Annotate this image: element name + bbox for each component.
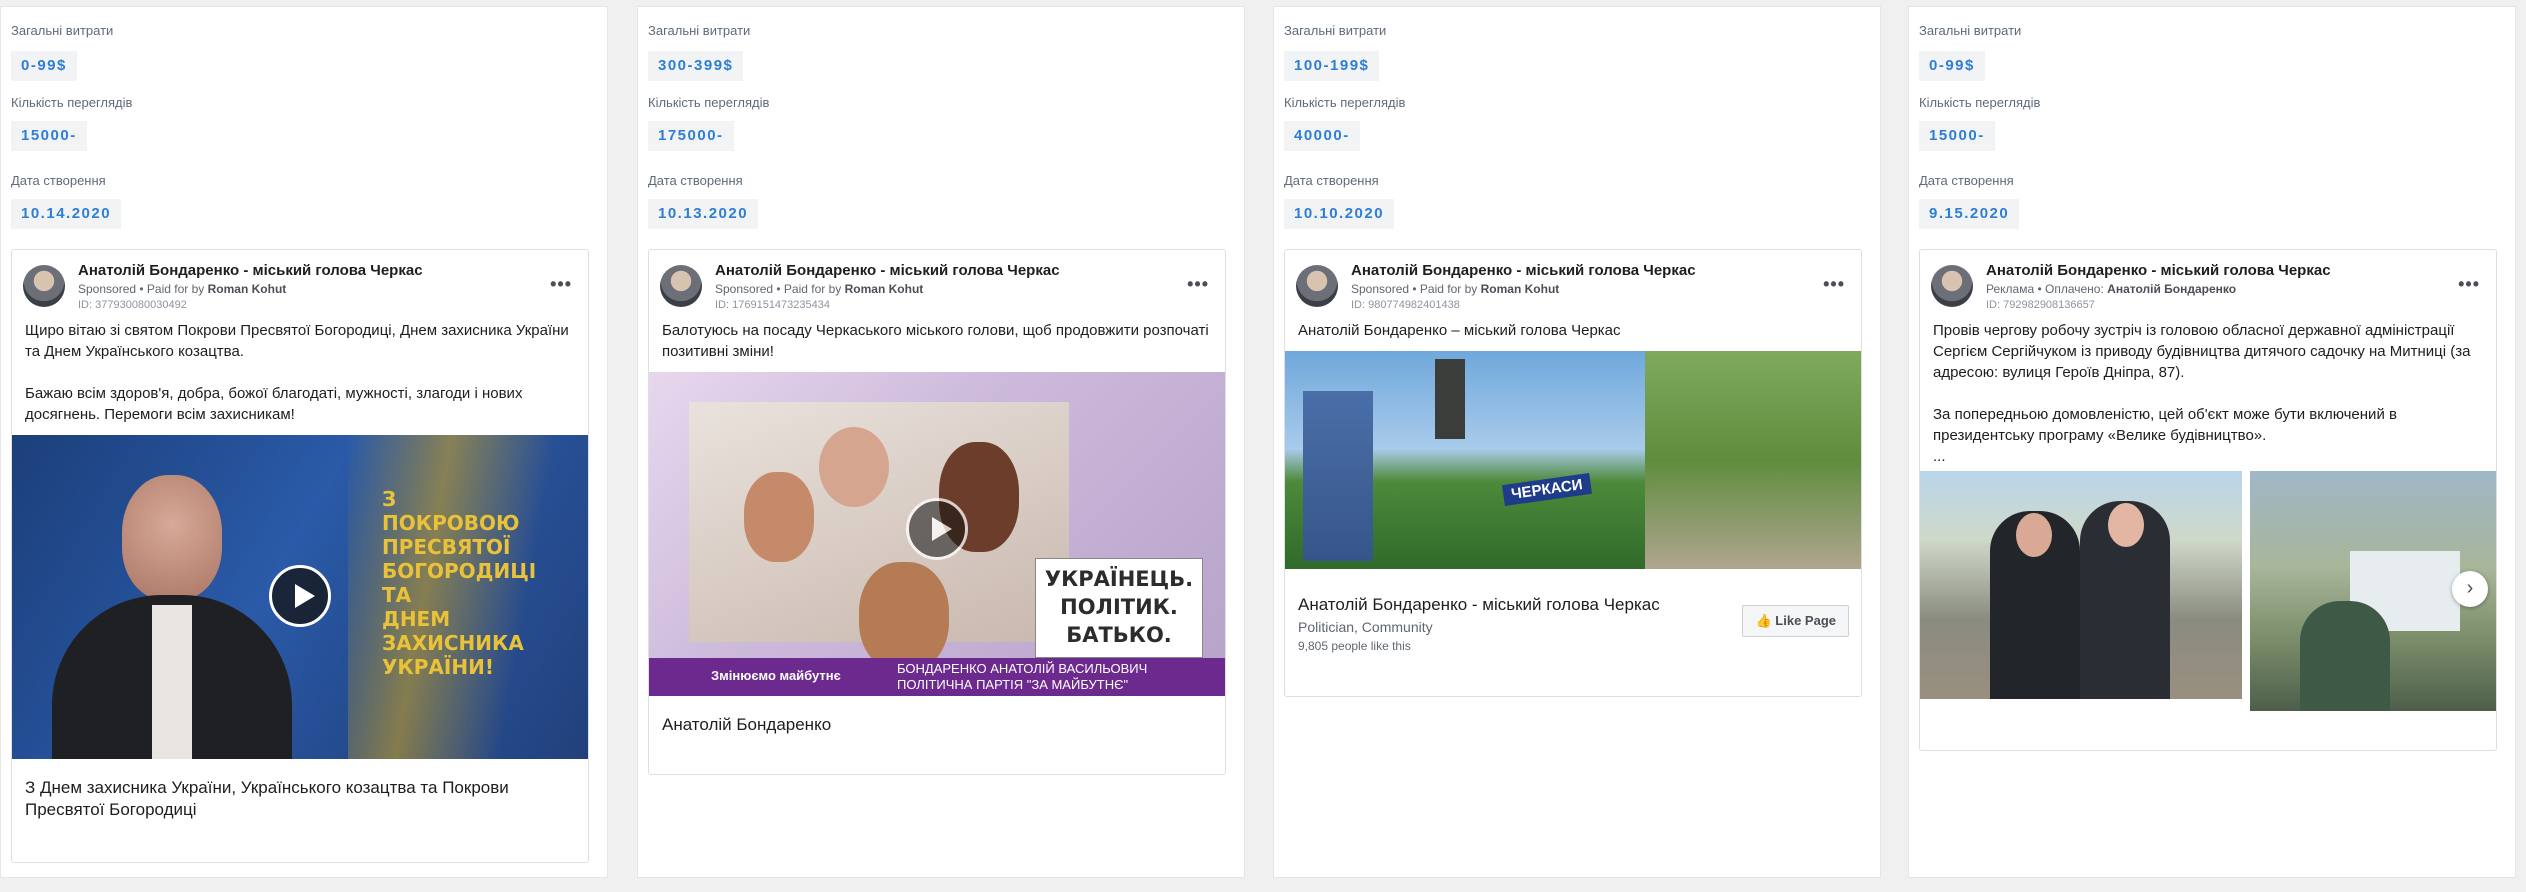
ad-preview: Анатолій Бондаренко - міський голова Чер… [1284,249,1862,697]
person-child-center [859,562,949,672]
views-value: 40000- [1284,121,1360,151]
play-icon[interactable] [269,565,331,627]
ad-preview: Анатолій Бондаренко - міський голова Чер… [648,249,1226,775]
more-options-icon[interactable]: ••• [1823,274,1845,295]
ad-preview: Анатолій Бондаренко - міський голова Чер… [11,249,589,863]
ad-body-text: Балотуюсь на посаду Черкаського міського… [662,322,1209,360]
avatar[interactable] [1931,265,1973,307]
greeting-overlay: З ПОКРОВОЮ ПРЕСВЯТОЇ БОГОРОДИЦІ ТА ДНЕМ … [382,487,537,679]
spend-label: Загальні витрати [11,23,114,38]
views-value: 175000- [648,121,734,151]
thumbs-up-icon: 👍 [1755,613,1772,628]
more-options-icon[interactable]: ••• [2458,274,2480,295]
ad-id: ID: 980774982401438 [1351,299,1460,311]
church-building [1303,391,1373,561]
more-options-icon[interactable]: ••• [550,274,572,295]
page-name-link[interactable]: Анатолій Бондаренко - міський голова Чер… [1986,262,2331,279]
payer-name: Анатолій Бондаренко [2107,282,2237,296]
person-child-left [744,472,814,562]
views-label: Кількість переглядів [1284,95,1406,110]
spend-value: 0-99$ [11,51,77,81]
banner-slogan: Змінюємо майбутнє [711,668,841,683]
video-thumbnail[interactable]: З ПОКРОВОЮ ПРЕСВЯТОЇ БОГОРОДИЦІ ТА ДНЕМ … [12,435,588,759]
like-page-button[interactable]: 👍 Like Page [1742,605,1849,637]
page-category: Politician, Community [1298,619,1433,635]
spend-label: Загальні витрати [648,23,751,38]
ad-column-1: Загальні витрати 0-99$ Кількість перегля… [0,6,608,878]
trees-right [1645,351,1861,569]
sponsor-line: Sponsored • Paid for by Roman Kohut [1351,282,1560,296]
created-label: Дата створення [1919,173,2014,188]
views-label: Кількість переглядів [11,95,133,110]
page-name-link[interactable]: Анатолій Бондаренко - міський голова Чер… [1351,262,1696,279]
page-title-link[interactable]: Анатолій Бондаренко - міський голова Чер… [1298,595,1660,615]
person-man [819,427,889,507]
spend-value: 100-199$ [1284,51,1380,81]
spend-value: 0-99$ [1919,51,1985,81]
ad-column-2: Загальні витрати 300-399$ Кількість пере… [637,6,1245,878]
payer-name: Roman Kohut [1480,282,1560,296]
ad-column-3: Загальні витрати 100-199$ Кількість пере… [1273,6,1881,878]
spend-label: Загальні витрати [1284,23,1387,38]
created-value: 10.13.2020 [648,199,759,229]
more-options-icon[interactable]: ••• [1187,274,1209,295]
chevron-right-icon[interactable]: › [2452,571,2488,607]
speaker-figure [52,475,292,759]
ad-body-text: Щиро вітаю зі святом Покрови Пресвятої Б… [25,322,569,423]
avatar[interactable] [23,265,65,307]
avatar[interactable] [660,265,702,307]
page-likes: 9,805 people like this [1298,639,1411,653]
created-label: Дата створення [11,173,106,188]
play-icon[interactable] [906,498,968,560]
sponsor-line: Sponsored • Paid for by Roman Kohut [715,282,924,296]
payer-name: Roman Kohut [207,282,287,296]
page-name-link[interactable]: Анатолій Бондаренко - міський голова Чер… [715,262,1060,279]
ad-id: ID: 1769151473235434 [715,299,830,311]
carousel-image-1[interactable] [1920,471,2242,699]
spend-label: Загальні витрати [1919,23,2022,38]
city-collage-image[interactable]: ЧЕРКАСИ [1285,351,1861,569]
page-name-link[interactable]: Анатолій Бондаренко - міський голова Чер… [78,262,423,279]
ad-caption: Анатолій Бондаренко [662,715,832,734]
created-value: 10.10.2020 [1284,199,1395,229]
sponsor-line: Sponsored • Paid for by Roman Kohut [78,282,287,296]
avatar[interactable] [1296,265,1338,307]
payer-name: Roman Kohut [844,282,924,296]
image-carousel: › [1920,471,2496,715]
created-value: 10.14.2020 [11,199,122,229]
views-label: Кількість переглядів [1919,95,2041,110]
video-thumbnail[interactable]: УКРАЇНЕЦЬ. ПОЛІТИК. БАТЬКО. Змінюємо май… [649,372,1225,696]
ad-preview: Анатолій Бондаренко - міський голова Чер… [1919,249,2497,751]
monument [1435,359,1465,439]
spend-value: 300-399$ [648,51,744,81]
created-label: Дата створення [1284,173,1379,188]
ad-column-4: Загальні витрати 0-99$ Кількість перегля… [1908,6,2516,878]
bottom-banner: Змінюємо майбутнє БОНДАРЕНКО АНАТОЛІЙ ВА… [649,658,1225,696]
views-value: 15000- [1919,121,1995,151]
views-label: Кількість переглядів [648,95,770,110]
ad-body-text: Анатолій Бондаренко – міський голова Чер… [1298,322,1621,339]
views-value: 15000- [11,121,87,151]
ad-id: ID: 792982908136657 [1986,299,2095,311]
ad-caption: З Днем захисника України, Українського к… [25,778,509,819]
page-info: Анатолій Бондаренко - міський голова Чер… [1285,569,1861,669]
ad-id: ID: 377930080030492 [78,299,187,311]
slogan-box: УКРАЇНЕЦЬ. ПОЛІТИК. БАТЬКО. [1035,558,1203,658]
ad-body-text: Провів чергову робочу зустріч із головою… [1933,322,2471,465]
sponsor-line: Реклама • Оплачено: Анатолій Бондаренко [1986,282,2237,296]
created-value: 9.15.2020 [1919,199,2020,229]
city-sign: ЧЕРКАСИ [1501,472,1592,507]
created-label: Дата створення [648,173,743,188]
banner-candidate: БОНДАРЕНКО АНАТОЛІЙ ВАСИЛЬОВИЧ ПОЛІТИЧНА… [897,661,1148,692]
